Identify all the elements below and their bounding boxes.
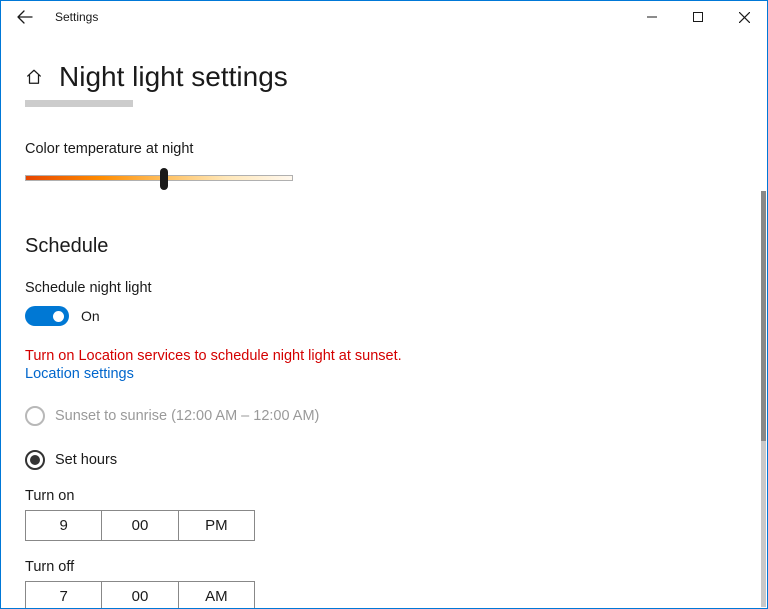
color-temperature-slider[interactable] xyxy=(25,169,293,187)
turn-off-hour[interactable]: 7 xyxy=(26,582,101,608)
window-title: Settings xyxy=(49,10,98,24)
turn-off-label: Turn off xyxy=(25,559,743,575)
schedule-toggle[interactable] xyxy=(25,306,69,326)
slider-track xyxy=(25,175,293,181)
close-icon xyxy=(739,12,750,23)
page-title-row: Night light settings xyxy=(25,61,743,93)
color-temperature-label: Color temperature at night xyxy=(25,141,743,157)
schedule-heading: Schedule xyxy=(25,235,743,258)
location-settings-link[interactable]: Location settings xyxy=(25,366,743,382)
turn-on-label: Turn on xyxy=(25,488,743,504)
turn-on-ampm[interactable]: PM xyxy=(178,511,254,540)
turn-on-minute[interactable]: 00 xyxy=(101,511,177,540)
radio-sunset-row: Sunset to sunrise (12:00 AM – 12:00 AM) xyxy=(25,406,743,426)
toggle-knob xyxy=(53,311,64,322)
close-button[interactable] xyxy=(721,1,767,33)
radio-sunset-label: Sunset to sunrise (12:00 AM – 12:00 AM) xyxy=(55,408,319,424)
slider-thumb[interactable] xyxy=(160,168,168,190)
back-button[interactable] xyxy=(1,1,49,33)
minimize-icon xyxy=(647,12,657,22)
page-title: Night light settings xyxy=(59,61,288,93)
turn-off-ampm[interactable]: AM xyxy=(178,582,254,608)
vertical-scrollbar[interactable] xyxy=(761,191,766,607)
schedule-toggle-label: Schedule night light xyxy=(25,280,743,296)
turn-on-time-picker[interactable]: 9 00 PM xyxy=(25,510,255,541)
turn-off-time-picker[interactable]: 7 00 AM xyxy=(25,581,255,608)
radio-sethours-label: Set hours xyxy=(55,452,117,468)
radio-sunset xyxy=(25,406,45,426)
turn-on-hour[interactable]: 9 xyxy=(26,511,101,540)
home-icon[interactable] xyxy=(25,68,43,86)
decorative-bar xyxy=(25,100,133,107)
content-area: Night light settings Color temperature a… xyxy=(1,33,767,608)
schedule-toggle-state: On xyxy=(81,308,100,324)
arrow-left-icon xyxy=(17,9,33,25)
turn-off-minute[interactable]: 00 xyxy=(101,582,177,608)
maximize-button[interactable] xyxy=(675,1,721,33)
location-warning: Turn on Location services to schedule ni… xyxy=(25,348,743,364)
scrollbar-thumb[interactable] xyxy=(761,191,766,441)
radio-sethours-row[interactable]: Set hours xyxy=(25,450,743,470)
radio-sethours[interactable] xyxy=(25,450,45,470)
title-bar: Settings xyxy=(1,1,767,33)
maximize-icon xyxy=(693,12,703,22)
minimize-button[interactable] xyxy=(629,1,675,33)
